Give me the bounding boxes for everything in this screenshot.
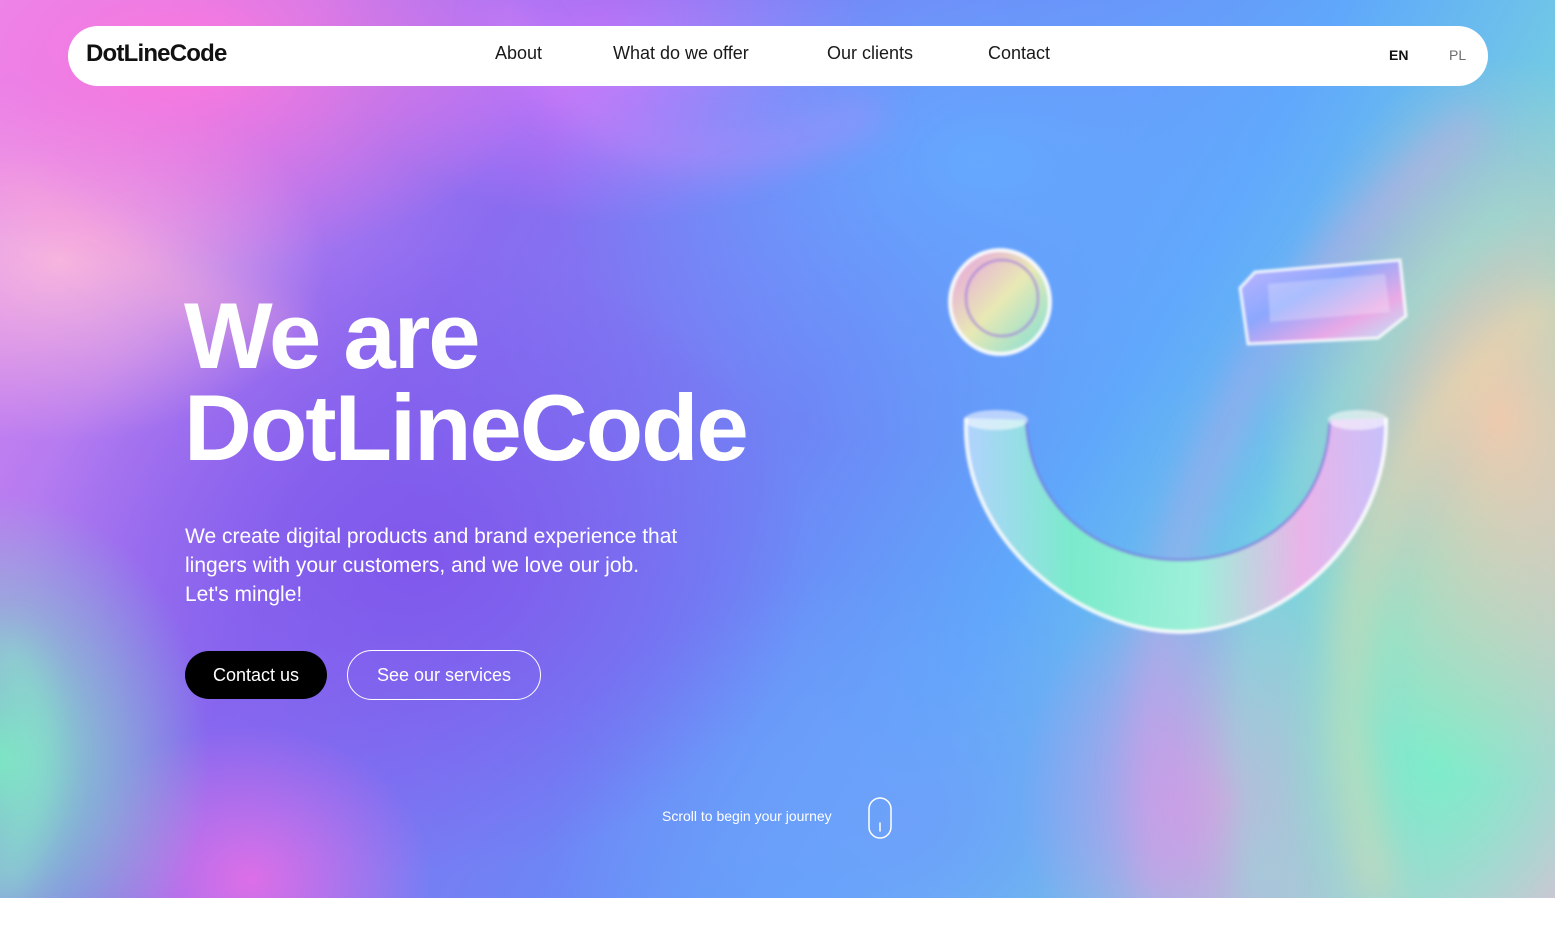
top-navbar: DotLineCode About What do we offer Our c… [68,26,1488,86]
smiley-eye-bar [1238,258,1408,346]
subtext-line-2: lingers with your customers, and we love… [185,554,640,577]
scroll-hint-text: Scroll to begin your journey [662,808,832,824]
nav-link-clients[interactable]: Our clients [827,43,913,64]
contact-us-button[interactable]: Contact us [185,651,327,699]
language-en[interactable]: EN [1389,47,1408,63]
subtext-line-1: We create digital products and brand exp… [185,525,678,548]
nav-link-offer[interactable]: What do we offer [613,43,749,64]
headline-line-1: We are [184,283,481,388]
hero-subtext: We create digital products and brand exp… [185,522,785,609]
hero-headline: We are DotLineCode [184,283,749,480]
hero-section: DotLineCode About What do we offer Our c… [0,0,1555,898]
nav-link-contact[interactable]: Contact [988,43,1050,64]
main-nav: About What do we offer Our clients Conta… [68,26,1488,86]
language-pl[interactable]: PL [1449,47,1466,63]
subtext-line-3: Let's mingle! [185,583,303,606]
smiley-smile-arc [963,410,1389,635]
headline-line-2: DotLineCode [184,375,749,480]
nav-link-about[interactable]: About [495,43,542,64]
mouse-scroll-icon[interactable] [868,797,892,839]
see-services-button[interactable]: See our services [347,650,541,700]
glass-smiley-illustration [948,248,1408,635]
smiley-eye-dot [948,248,1052,356]
